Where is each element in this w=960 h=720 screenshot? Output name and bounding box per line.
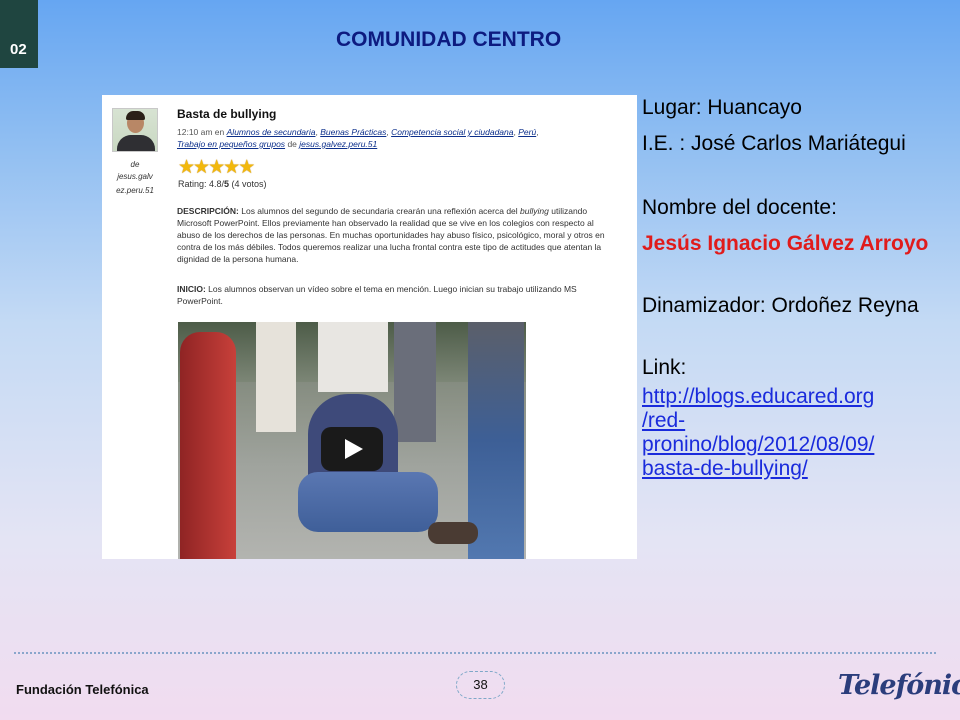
category-link[interactable]: Trabajo en pequeños grupos [177,139,285,149]
footer-divider [14,652,936,654]
category-link[interactable]: Perú [518,127,536,137]
teacher-name: Jesús Ignacio Gálvez Arroyo [642,232,929,255]
category-link[interactable]: Buenas Prácticas [320,127,386,137]
post-meta: 12:10 am en Alumnos de secundaria, Buena… [177,127,539,149]
post-time: 12:10 am en [177,127,225,137]
inicio-label: INICIO: [177,284,206,294]
telefonica-logo: Telefónica [838,670,960,701]
video-figure [428,522,478,544]
author-name: jesus.galv ez.peru.51 [116,172,154,195]
category-link[interactable]: Alumnos de secundaria [227,127,316,137]
video-figure [256,322,296,432]
star-icon[interactable]: ★ [238,158,255,177]
link-label: Link: [642,356,687,379]
author-link[interactable]: jesus.galvez.peru.51 [299,139,377,149]
slide-number: 02 [10,41,27,58]
play-button[interactable] [321,427,383,471]
meta-de: de [287,139,297,149]
rating-text: Rating: 4.8/5 (4 votos) [178,179,267,189]
video-figure [180,332,236,559]
video-figure [298,472,438,532]
rating-stars[interactable]: ★★★★★ [178,158,255,178]
post-title: Basta de bullying [177,107,277,121]
footer-organization: Fundación Telefónica [16,682,149,697]
post-inicio: INICIO: Los alumnos observan un vídeo so… [177,284,577,306]
teacher-label: Nombre del docente: [642,196,837,219]
slide-title: COMUNIDAD CENTRO [336,28,562,51]
blog-post-screenshot: de jesus.galv ez.peru.51 Basta de bullyi… [102,95,637,559]
facilitator-text: Dinamizador: Ordoñez Reyna [642,294,919,317]
page-number: 38 [456,671,505,699]
video-player[interactable] [178,322,526,559]
video-figure [318,322,388,392]
slide-number-tab: 02 [0,0,38,68]
location-text: Lugar: Huancayo [642,96,802,119]
description-label: DESCRIPCIÓN: [177,206,239,216]
post-description: DESCRIPCIÓN: Los alumnos del segundo de … [177,206,605,264]
video-figure [468,322,524,559]
author-avatar [112,108,158,152]
blog-link[interactable]: http://blogs.educared.org /red- pronino/… [642,385,947,481]
category-link[interactable]: Competencia social y ciudadana [391,127,513,137]
school-text: I.E. : José Carlos Mariátegui [642,132,906,155]
video-figure [394,322,436,442]
